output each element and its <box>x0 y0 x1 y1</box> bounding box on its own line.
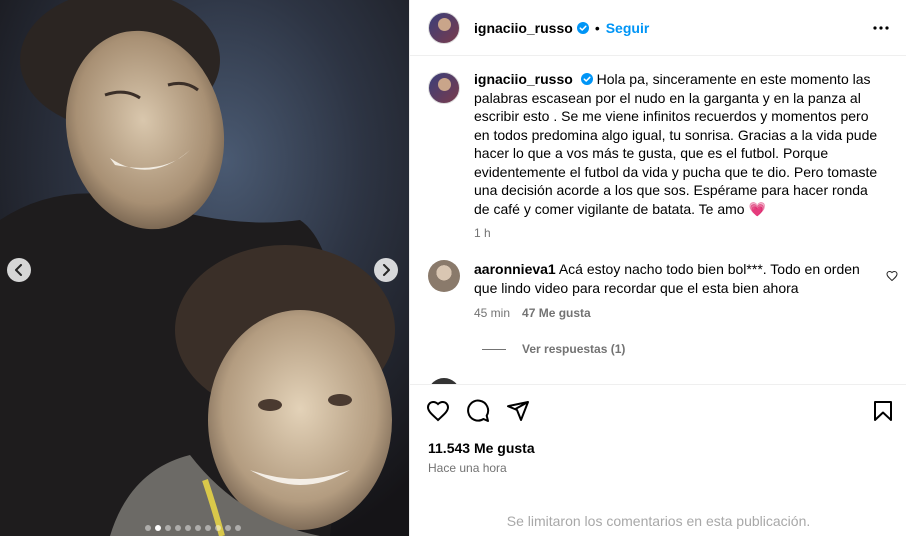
view-replies-button[interactable]: Ver respuestas (1) <box>482 342 625 356</box>
instagram-post: ignaciio_russo • Seguir ignaciio_russo H… <box>0 0 906 536</box>
more-options-icon[interactable] <box>871 19 891 37</box>
action-buttons <box>426 399 530 423</box>
follow-button[interactable]: Seguir <box>606 20 650 36</box>
caption-timestamp[interactable]: 1 h <box>474 226 884 240</box>
carousel-next-button[interactable] <box>374 258 398 282</box>
post-photo <box>0 0 409 536</box>
comment-meta: 45 min 47 Me gusta <box>474 306 874 320</box>
comment-body: aaronnieva1 Acá estoy nacho todo bien bo… <box>474 260 874 320</box>
carousel-dot <box>195 525 201 531</box>
post-side-panel: ignaciio_russo • Seguir ignaciio_russo H… <box>409 0 906 536</box>
carousel-dot <box>185 525 191 531</box>
carousel-dot <box>225 525 231 531</box>
post-media[interactable] <box>0 0 409 536</box>
caption-author-avatar[interactable] <box>428 72 460 104</box>
header-separator: • <box>594 19 600 36</box>
carousel-dot <box>145 525 151 531</box>
carousel-prev-button[interactable] <box>7 258 31 282</box>
replies-divider-line <box>482 348 506 350</box>
comment-likes[interactable]: 47 Me gusta <box>522 306 591 320</box>
post-timestamp[interactable]: Hace una hora <box>428 461 507 475</box>
comment-text: aaronnieva1 Acá estoy nacho todo bien bo… <box>474 260 874 297</box>
post-actions-section: 11.543 Me gusta Hace una hora Se limitar… <box>410 384 906 536</box>
carousel-dot <box>155 525 161 531</box>
comment-timestamp[interactable]: 45 min <box>474 306 510 320</box>
carousel-dot <box>215 525 221 531</box>
comments-limited-notice: Se limitaron los comentarios en esta pub… <box>506 513 811 529</box>
verified-badge-icon <box>576 21 589 34</box>
verified-badge-icon <box>580 73 593 85</box>
author-username[interactable]: ignaciio_russo <box>474 20 573 36</box>
carousel-indicator <box>145 525 241 531</box>
caption-message: Hola pa, sinceramente en este momento la… <box>474 71 878 217</box>
post-header: ignaciio_russo • Seguir <box>410 0 906 56</box>
author-avatar[interactable] <box>428 11 460 44</box>
bookmark-icon[interactable] <box>871 399 895 423</box>
post-likes-count[interactable]: 11.543 Me gusta <box>428 440 535 456</box>
caption-text: ignaciio_russo Hola pa, sinceramente en … <box>474 70 884 218</box>
chevron-left-icon <box>15 264 22 276</box>
carousel-dot <box>205 525 211 531</box>
caption-body: ignaciio_russo Hola pa, sinceramente en … <box>474 70 884 240</box>
chevron-right-icon <box>383 264 390 276</box>
caption-username[interactable]: ignaciio_russo <box>474 71 573 87</box>
post-caption: ignaciio_russo Hola pa, sinceramente en … <box>428 70 898 240</box>
comment-item: aaronnieva1 Acá estoy nacho todo bien bo… <box>428 260 898 320</box>
carousel-dot <box>165 525 171 531</box>
comment-like-heart-icon[interactable] <box>886 270 898 282</box>
heart-emoji: 💗 <box>748 200 766 217</box>
view-replies-label: Ver respuestas (1) <box>522 342 626 356</box>
carousel-dot <box>175 525 181 531</box>
share-icon[interactable] <box>506 399 530 423</box>
commenter-username[interactable]: aaronnieva1 <box>474 261 556 277</box>
carousel-dot <box>235 525 241 531</box>
heart-icon[interactable] <box>426 399 450 423</box>
commenter-avatar[interactable] <box>428 260 460 292</box>
comment-icon[interactable] <box>466 399 490 423</box>
